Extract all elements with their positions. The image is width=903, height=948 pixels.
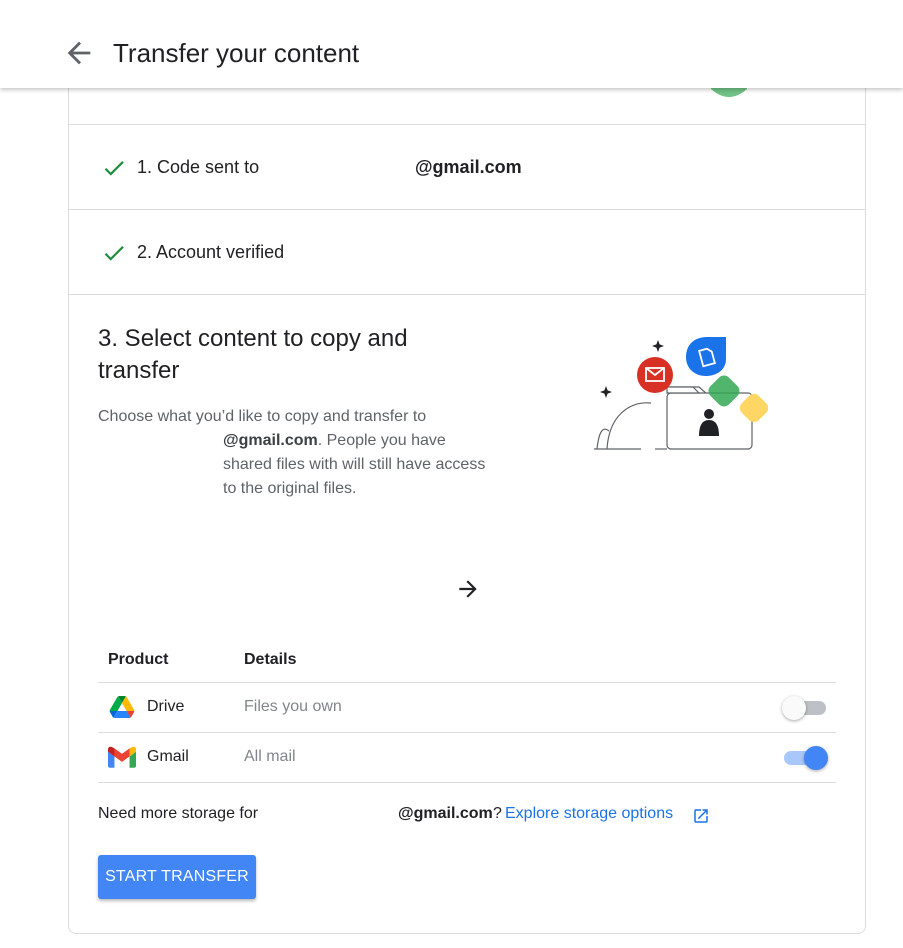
desc-text: Choose what you’d like to copy and trans…	[98, 408, 427, 425]
step-email: @gmail.com	[415, 156, 522, 177]
check-icon	[104, 161, 124, 176]
column-header-details: Details	[244, 651, 297, 668]
step3-title: 3. Select content to copy and transfer	[98, 325, 408, 384]
arrow-back-icon	[67, 41, 91, 65]
column-header-product: Product	[108, 651, 169, 668]
toggle-thumb	[782, 696, 806, 720]
storage-notice: Need more storage for @gmail.com ? Explo…	[98, 805, 798, 829]
page-title: Transfer your content	[113, 38, 360, 68]
toggle-thumb	[804, 746, 828, 770]
content-table: Product Details Drive Files you own Gmai…	[98, 641, 836, 783]
storage-prefix: Need more storage for	[98, 805, 259, 822]
explore-storage-link[interactable]: Explore storage options	[505, 805, 673, 823]
step-account-verified: 2. Account verified	[69, 209, 865, 294]
step3-description: Choose what you’d like to copy and trans…	[98, 405, 498, 501]
app-bar: Transfer your content	[0, 0, 903, 88]
step-code-sent: 1. Code sent to @gmail.com	[69, 124, 865, 209]
storage-email: @gmail.com	[398, 805, 493, 822]
storage-question: ?	[493, 805, 502, 822]
table-row-gmail: Gmail All mail	[98, 733, 836, 783]
next-arrow-button[interactable]	[455, 576, 481, 607]
arrow-forward-icon	[459, 580, 477, 598]
table-header: Product Details	[98, 641, 836, 683]
product-details: All mail	[244, 748, 296, 765]
check-icon	[104, 246, 124, 261]
product-name: Drive	[147, 698, 185, 715]
table-row-drive: Drive Files you own	[98, 683, 836, 733]
product-details: Files you own	[244, 698, 342, 715]
gmail-icon	[108, 746, 136, 768]
back-button[interactable]	[62, 36, 96, 70]
transfer-card: 1. Code sent to @gmail.com 2. Account ve…	[68, 60, 866, 934]
transfer-illustration	[594, 337, 769, 450]
google-drive-icon	[109, 696, 135, 718]
drive-toggle[interactable]	[782, 696, 828, 720]
product-name: Gmail	[147, 748, 189, 765]
step-label: 1. Code sent to	[137, 156, 260, 177]
desc-email: @gmail.com	[223, 432, 318, 449]
gmail-toggle[interactable]	[782, 746, 828, 770]
start-transfer-button[interactable]: START TRANSFER	[98, 855, 256, 899]
step-label: 2. Account verified	[137, 241, 285, 262]
open-in-new-icon[interactable]	[692, 807, 710, 825]
